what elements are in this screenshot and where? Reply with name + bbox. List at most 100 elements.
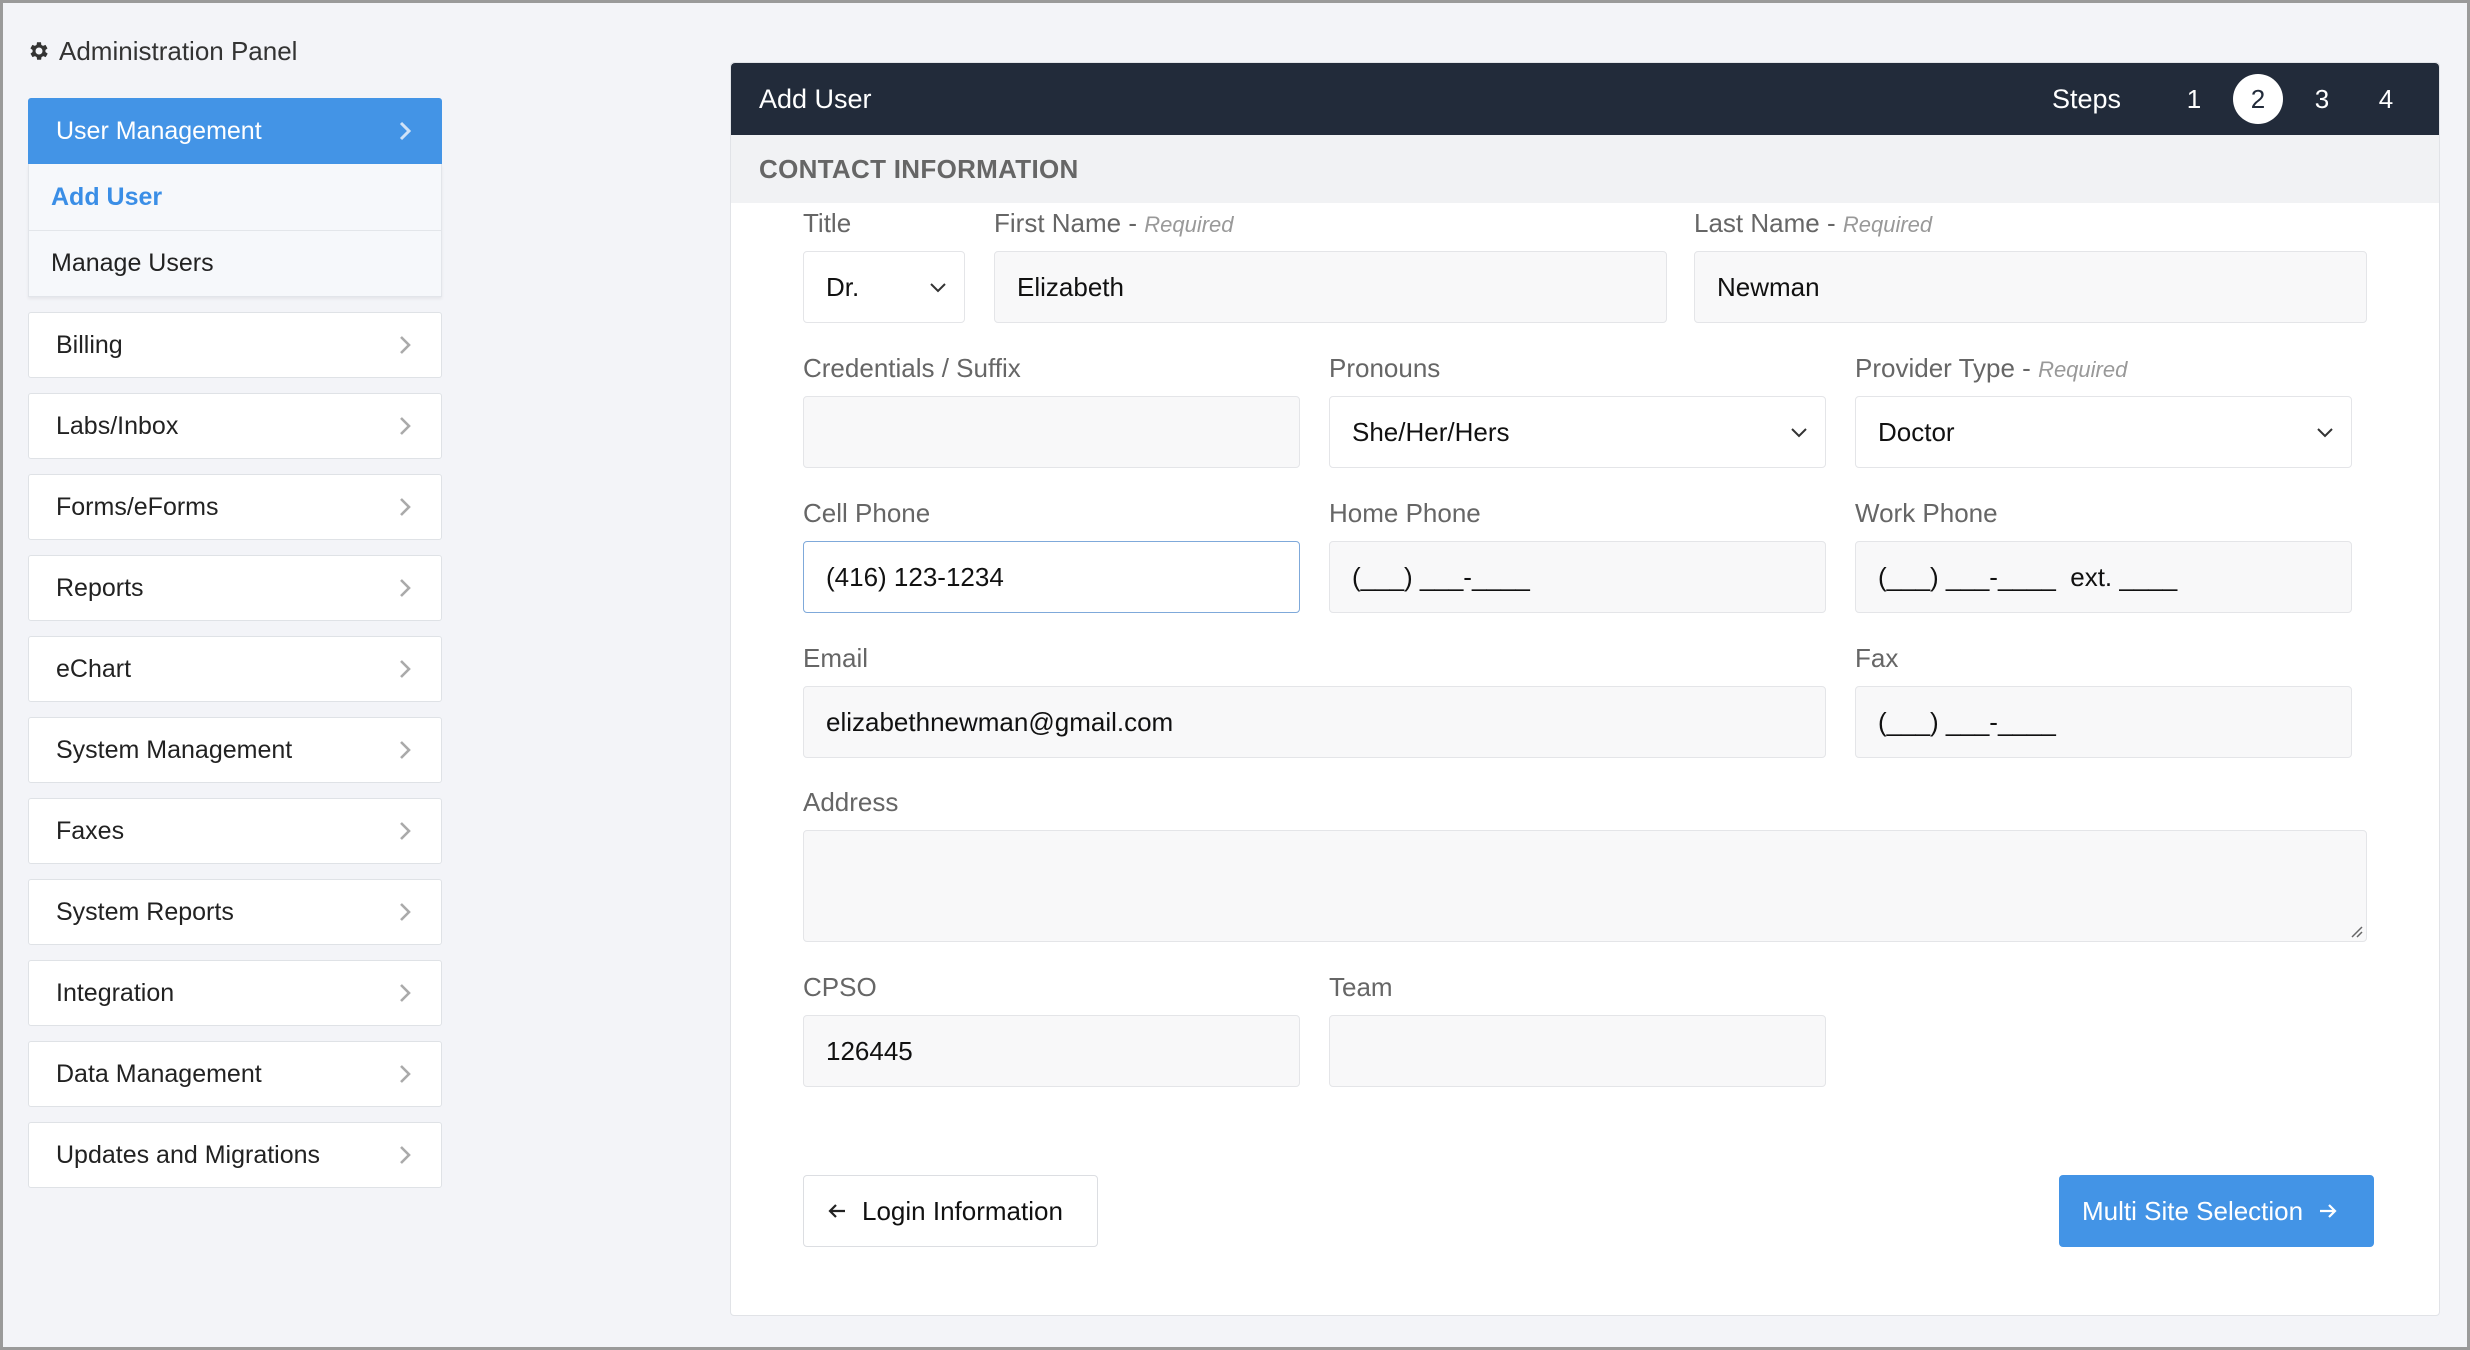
provider-type-label: Provider Type - Required (1855, 353, 2128, 383)
chevron-right-icon (400, 498, 411, 516)
login-information-label: Login Information (862, 1195, 1063, 1226)
arrow-left-icon (828, 1204, 845, 1218)
step-4[interactable]: 4 (2361, 74, 2411, 124)
steps-indicator: Steps 1 2 3 4 (2052, 74, 2411, 124)
sidebar-item-integration[interactable]: Integration (28, 960, 442, 1026)
sidebar-item-label: Labs/Inbox (56, 411, 179, 440)
resize-handle-icon[interactable] (2348, 923, 2364, 939)
sidebar-subitem-manage-users[interactable]: Manage Users (29, 230, 441, 296)
pronouns-select[interactable]: She/Her/Hers (1329, 396, 1826, 468)
cell-phone-field: Cell Phone (416) 123-1234 (803, 493, 1300, 613)
address-label: Address (803, 787, 899, 817)
last-name-input[interactable]: Newman (1694, 251, 2367, 323)
email-label: Email (803, 643, 869, 673)
chevron-down-icon (2317, 428, 2333, 438)
sidebar-item-label: Updates and Migrations (56, 1140, 321, 1169)
provider-type-value: Doctor (1878, 416, 1955, 447)
pronouns-label: Pronouns (1329, 353, 1441, 383)
provider-type-select[interactable]: Doctor (1855, 396, 2352, 468)
arrow-right-icon (2320, 1204, 2337, 1218)
card-title: Add User (759, 83, 872, 114)
cell-phone-input[interactable]: (416) 123-1234 (803, 541, 1300, 613)
chevron-right-icon (400, 984, 411, 1002)
title-value: Dr. (826, 271, 860, 302)
sidebar-item-billing[interactable]: Billing (28, 312, 442, 378)
home-phone-field: Home Phone (___) ___-____ (1329, 493, 1826, 613)
email-field: Email elizabethnewman@gmail.com (803, 638, 1826, 758)
title-select[interactable]: Dr. (803, 251, 965, 323)
first-name-field: First Name - Required Elizabeth (994, 203, 1667, 323)
team-input[interactable] (1329, 1015, 1826, 1087)
sidebar-item-echart[interactable]: eChart (28, 636, 442, 702)
chevron-right-icon (400, 903, 411, 921)
step-3[interactable]: 3 (2297, 74, 2347, 124)
chevron-right-icon (400, 741, 411, 759)
sidebar-item-labs-inbox[interactable]: Labs/Inbox (28, 393, 442, 459)
work-phone-field: Work Phone (___) ___-____ ext. ____ (1855, 493, 2352, 613)
sidebar-item-label: Forms/eForms (56, 492, 219, 521)
sidebar-item-system-reports[interactable]: System Reports (28, 879, 442, 945)
last-name-label: Last Name - Required (1694, 208, 1933, 238)
sidebar-item-updates-and-migrations[interactable]: Updates and Migrations (28, 1122, 442, 1188)
sidebar-item-label: Reports (56, 573, 144, 602)
required-marker: Required (1144, 212, 1234, 237)
add-user-card: Add User Steps 1 2 3 4 CONTACT INFORMATI… (730, 62, 2440, 1316)
chevron-down-icon (1791, 428, 1807, 438)
user-management-submenu: Add User Manage Users (28, 164, 442, 297)
sidebar-item-label: System Management (56, 735, 293, 764)
credentials-label: Credentials / Suffix (803, 353, 1021, 383)
multi-site-selection-label: Multi Site Selection (2082, 1195, 2304, 1226)
cpso-input[interactable]: 126445 (803, 1015, 1300, 1087)
section-title: CONTACT INFORMATION (731, 135, 2439, 203)
required-marker: Required (2038, 357, 2128, 382)
chevron-down-icon (930, 283, 946, 293)
multi-site-selection-button[interactable]: Multi Site Selection (2059, 1175, 2374, 1247)
sidebar-item-forms-eforms[interactable]: Forms/eForms (28, 474, 442, 540)
sidebar-item-label: Faxes (56, 816, 125, 845)
first-name-input[interactable]: Elizabeth (994, 251, 1667, 323)
chevron-right-icon (400, 1146, 411, 1164)
sidebar-item-label: Integration (56, 978, 175, 1007)
sidebar-item-user-management[interactable]: User Management (28, 98, 442, 164)
title-label: Title (803, 208, 852, 238)
address-textarea[interactable] (803, 830, 2367, 942)
pronouns-value: She/Her/Hers (1352, 416, 1510, 447)
required-marker: Required (1842, 212, 1933, 237)
chevron-right-icon (399, 121, 412, 141)
credentials-input[interactable] (803, 396, 1300, 468)
sidebar-item-reports[interactable]: Reports (28, 555, 442, 621)
steps-label: Steps (2051, 83, 2121, 114)
chevron-right-icon (400, 660, 411, 678)
step-1[interactable]: 1 (2169, 74, 2219, 124)
email-input[interactable]: elizabethnewman@gmail.com (803, 686, 1826, 758)
chevron-right-icon (400, 822, 411, 840)
sidebar-item-data-management[interactable]: Data Management (28, 1041, 442, 1107)
chevron-right-icon (400, 1065, 411, 1083)
cpso-field: CPSO 126445 (803, 967, 1300, 1087)
work-phone-input[interactable]: (___) ___-____ ext. ____ (1855, 541, 2352, 613)
fax-input[interactable]: (___) ___-____ (1855, 686, 2352, 758)
gear-icon (30, 42, 48, 60)
sidebar-item-label: System Reports (56, 897, 234, 926)
home-phone-input[interactable]: (___) ___-____ (1329, 541, 1826, 613)
step-2[interactable]: 2 (2233, 74, 2283, 124)
sidebar-item-label: eChart (56, 654, 132, 683)
app-frame: Administration Panel User Management Add… (0, 0, 2470, 1350)
address-field: Address (803, 782, 2367, 942)
panel-title: Administration Panel (27, 33, 297, 69)
sidebar-item-label: Billing (56, 330, 123, 359)
login-information-button[interactable]: Login Information (803, 1175, 1098, 1247)
fax-label: Fax (1855, 643, 1899, 673)
team-field: Team (1329, 967, 1826, 1087)
sidebar-item-faxes[interactable]: Faxes (28, 798, 442, 864)
sidebar-item-label: Data Management (56, 1059, 262, 1088)
pronouns-field: Pronouns She/Her/Hers (1329, 348, 1826, 468)
sidebar-item-system-management[interactable]: System Management (28, 717, 442, 783)
cell-phone-label: Cell Phone (803, 498, 931, 528)
panel-title-text: Administration Panel (59, 35, 298, 66)
chevron-right-icon (400, 417, 411, 435)
sidebar-subitem-add-user[interactable]: Add User (29, 164, 441, 230)
fax-field: Fax (___) ___-____ (1855, 638, 2352, 758)
credentials-field: Credentials / Suffix (803, 348, 1300, 468)
title-field: Title Dr. (803, 203, 965, 323)
